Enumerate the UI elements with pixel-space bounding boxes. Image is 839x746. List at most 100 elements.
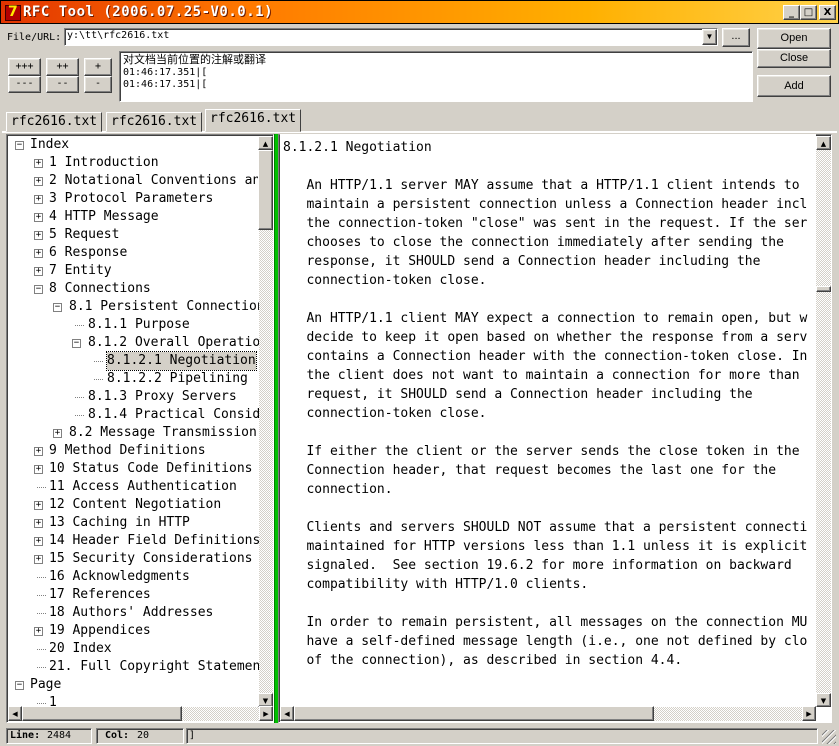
document-vertical-scrollbar[interactable]: ▲ ▼ xyxy=(816,136,831,707)
tree-item[interactable]: 12 Content Negotiation xyxy=(49,496,221,514)
tree-expand-icon[interactable]: + xyxy=(34,249,43,258)
scroll-left-icon[interactable]: ◀ xyxy=(280,706,294,721)
tree-collapse-icon[interactable]: − xyxy=(34,285,43,294)
tree-expand-icon[interactable]: + xyxy=(34,519,43,528)
tree-vertical-scrollbar[interactable]: ▲ ▼ xyxy=(258,136,273,707)
tree-item-selected[interactable]: 8.1.2.1 Negotiation xyxy=(106,351,257,371)
tree-item[interactable]: 20 Index xyxy=(49,640,112,658)
font-plus3-button[interactable]: +++ xyxy=(8,58,41,76)
scroll-up-icon[interactable]: ▲ xyxy=(816,136,831,150)
tree-item[interactable]: 8.1.2.2 Pipelining xyxy=(107,370,248,388)
document-scroll-thumb[interactable] xyxy=(816,286,831,292)
scroll-right-icon[interactable]: ▶ xyxy=(802,706,816,721)
tree-expand-icon[interactable]: + xyxy=(34,465,43,474)
tree-expand-icon[interactable]: + xyxy=(53,429,62,438)
tree-connector xyxy=(94,379,103,380)
tree-expand-icon[interactable]: + xyxy=(34,267,43,276)
document-line: In order to remain persistent, all messa… xyxy=(283,615,808,630)
tree-item[interactable]: Page xyxy=(30,676,61,694)
tree-item[interactable]: 18 Authors' Addresses xyxy=(49,604,213,622)
tree-item[interactable]: 16 Acknowledgments xyxy=(49,568,190,586)
tree-collapse-icon[interactable]: − xyxy=(15,141,24,150)
status-message: ] xyxy=(189,730,196,741)
log-line: 01:46:17.351|[ xyxy=(123,67,208,78)
font-minus1-button[interactable]: - xyxy=(84,76,112,93)
document-line: decide to keep it open based on whether … xyxy=(283,330,808,345)
tree-expand-icon[interactable]: + xyxy=(34,537,43,546)
tab-rfc2616-2[interactable]: rfc2616.txt xyxy=(106,112,203,132)
add-button[interactable]: Add xyxy=(757,75,831,97)
document-horizontal-scrollbar[interactable]: ◀ ▶ xyxy=(280,706,816,721)
tree-item[interactable]: 21. Full Copyright Statement xyxy=(49,658,268,676)
minimize-button[interactable]: _ xyxy=(783,5,800,20)
browse-button[interactable]: ... xyxy=(722,28,750,47)
maximize-button[interactable]: □ xyxy=(800,5,817,20)
outline-tree[interactable]: − Index +1 Introduction +2 Notational Conve… xyxy=(8,134,273,721)
tree-collapse-icon[interactable]: − xyxy=(72,339,81,348)
tree-item[interactable]: 10 Status Code Definitions xyxy=(49,460,253,478)
tree-item[interactable]: 8.1.2 Overall Operation xyxy=(88,334,268,352)
tree-item[interactable]: 5 Request xyxy=(49,226,119,244)
tree-expand-icon[interactable]: + xyxy=(34,159,43,168)
tree-expand-icon[interactable]: + xyxy=(34,177,43,186)
tree-item[interactable]: 8 Connections xyxy=(49,280,151,298)
tree-collapse-icon[interactable]: − xyxy=(15,681,24,690)
resize-grip-icon[interactable] xyxy=(822,730,836,744)
tree-item[interactable]: 8.1 Persistent Connections xyxy=(69,298,273,316)
tree-item[interactable]: 19 Appendices xyxy=(49,622,151,640)
tree-scroll-thumb[interactable] xyxy=(258,150,273,230)
tree-item[interactable]: 11 Access Authentication xyxy=(49,478,237,496)
tree-horizontal-scrollbar[interactable]: ◀ ▶ xyxy=(8,706,273,721)
font-minus3-button[interactable]: --- xyxy=(8,76,41,93)
tree-item[interactable]: 9 Method Definitions xyxy=(49,442,206,460)
tab-rfc2616-active[interactable]: rfc2616.txt xyxy=(205,109,302,132)
open-button[interactable]: Open xyxy=(757,28,831,49)
tree-item[interactable]: 8.1.3 Proxy Servers xyxy=(88,388,237,406)
tree-expand-icon[interactable]: + xyxy=(34,195,43,204)
font-minus2-button[interactable]: -- xyxy=(46,76,79,93)
tree-item[interactable]: 7 Entity xyxy=(49,262,112,280)
document-line: connection. xyxy=(283,482,393,497)
scroll-left-icon[interactable]: ◀ xyxy=(8,706,22,721)
close-window-button[interactable]: X xyxy=(819,5,836,20)
title-bar[interactable]: RFC Tool (2006.07.25-V0.0.1) _ □ X xyxy=(0,0,839,24)
tree-expand-icon[interactable]: + xyxy=(34,231,43,240)
scroll-up-icon[interactable]: ▲ xyxy=(258,136,273,150)
tree-item[interactable]: 2 Notational Conventions and xyxy=(49,172,268,190)
scroll-down-icon[interactable]: ▼ xyxy=(816,693,831,707)
tree-expand-icon[interactable]: + xyxy=(34,447,43,456)
tree-item[interactable]: 8.1.1 Purpose xyxy=(88,316,190,334)
tree-item[interactable]: 8.2 Message Transmission xyxy=(69,424,257,442)
tree-expand-icon[interactable]: + xyxy=(34,501,43,510)
tree-hscroll-thumb[interactable] xyxy=(22,706,182,721)
tree-expand-icon[interactable]: + xyxy=(34,627,43,636)
tree-item[interactable]: 6 Response xyxy=(49,244,127,262)
close-button[interactable]: Close xyxy=(757,49,831,68)
annotation-textarea[interactable]: 对文档当前位置的注解或翻译 01:46:17.351|[ 01:46:17.35… xyxy=(119,51,753,102)
tree-item[interactable]: 8.1.4 Practical Considerations xyxy=(88,406,273,424)
document-text-view[interactable]: 8.1.2.1 Negotiation An HTTP/1.1 server M… xyxy=(280,134,816,705)
tree-item[interactable]: 13 Caching in HTTP xyxy=(49,514,190,532)
tree-item[interactable]: 3 Protocol Parameters xyxy=(49,190,213,208)
file-url-value[interactable]: y:\tt\rfc2616.txt xyxy=(67,30,169,41)
tree-expand-icon[interactable]: + xyxy=(34,213,43,222)
tab-rfc2616-1[interactable]: rfc2616.txt xyxy=(6,112,103,132)
file-url-label: File/URL: xyxy=(7,32,62,43)
combo-arrow-icon[interactable]: ▼ xyxy=(702,29,717,45)
scroll-right-icon[interactable]: ▶ xyxy=(259,706,273,721)
tree-collapse-icon[interactable]: − xyxy=(53,303,62,312)
tree-item[interactable]: 4 HTTP Message xyxy=(49,208,159,226)
tree-item[interactable]: 15 Security Considerations xyxy=(49,550,253,568)
font-plus2-button[interactable]: ++ xyxy=(46,58,79,76)
font-plus1-button[interactable]: + xyxy=(84,58,112,76)
tree-expand-icon[interactable]: + xyxy=(34,555,43,564)
document-hscroll-thumb[interactable] xyxy=(294,706,654,721)
file-url-combobox[interactable]: y:\tt\rfc2616.txt ▼ xyxy=(64,28,718,46)
tree-item[interactable]: 1 Introduction xyxy=(49,154,159,172)
document-line: the connection-token "close" was sent in… xyxy=(283,216,808,231)
tree-item[interactable]: 14 Header Field Definitions xyxy=(49,532,260,550)
app-icon[interactable] xyxy=(5,4,21,21)
scroll-down-icon[interactable]: ▼ xyxy=(258,693,273,707)
tree-item[interactable]: Index xyxy=(30,136,69,154)
tree-item[interactable]: 17 References xyxy=(49,586,151,604)
